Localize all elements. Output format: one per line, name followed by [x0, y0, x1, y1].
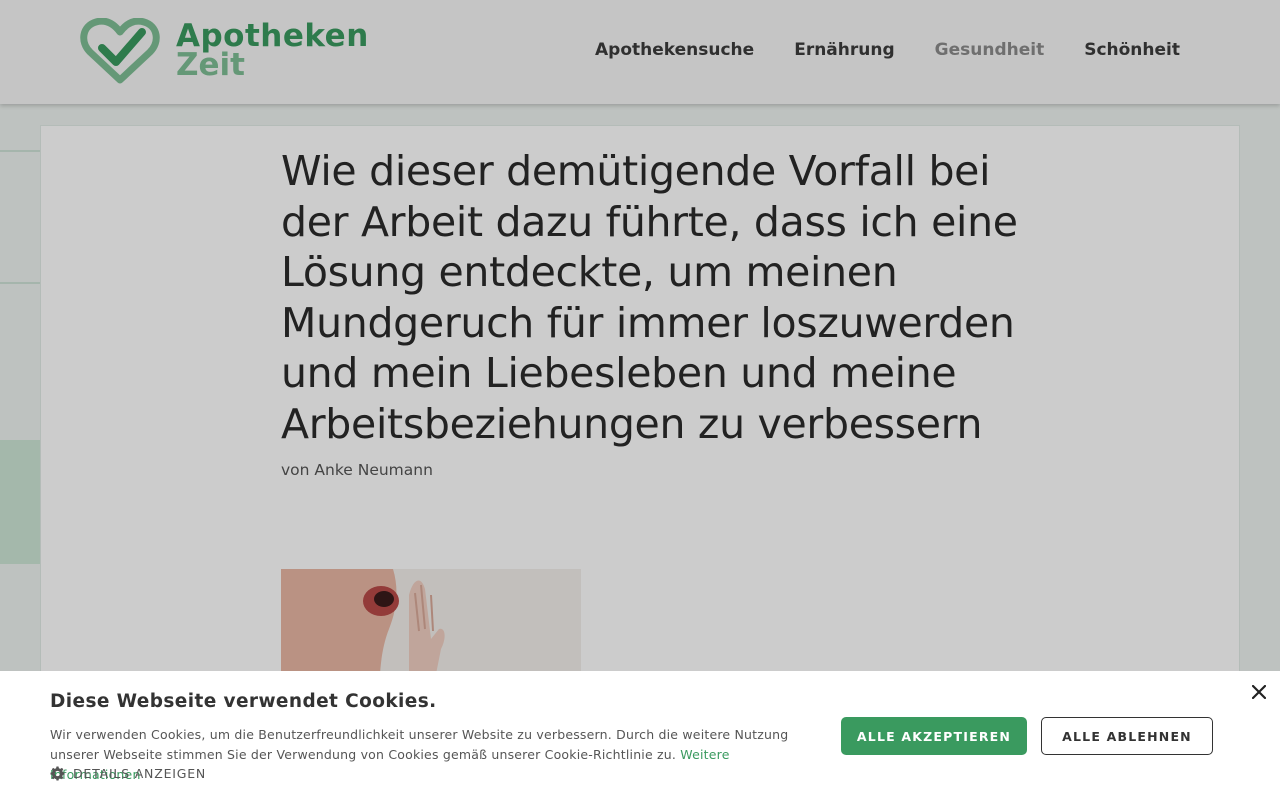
close-icon[interactable]	[1248, 681, 1270, 703]
cookie-text: Wir verwenden Cookies, um die Benutzerfr…	[50, 727, 789, 762]
gear-icon	[50, 766, 65, 781]
details-toggle[interactable]: DETAILS ANZEIGEN	[50, 766, 206, 781]
cookie-banner: Diese Webseite verwendet Cookies. Wir ve…	[0, 671, 1280, 800]
close-glyph	[1252, 685, 1266, 699]
details-label: DETAILS ANZEIGEN	[73, 766, 207, 781]
accept-all-button[interactable]: ALLE AKZEPTIEREN	[841, 717, 1027, 755]
cookie-title: Diese Webseite verwendet Cookies.	[50, 691, 437, 712]
reject-all-button[interactable]: ALLE ABLEHNEN	[1041, 717, 1213, 755]
